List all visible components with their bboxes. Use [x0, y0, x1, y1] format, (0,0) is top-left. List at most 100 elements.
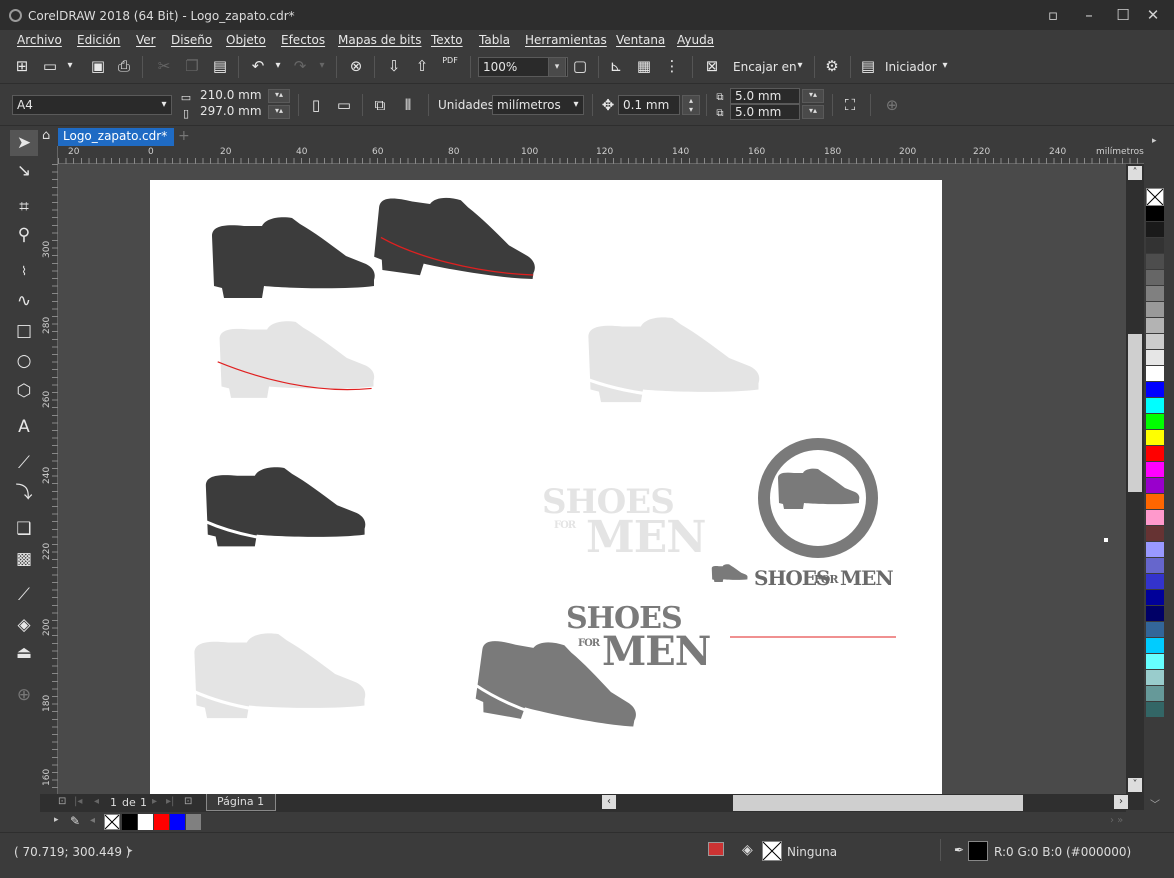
shoe-dark-3[interactable] — [203, 467, 366, 547]
palette-swatch[interactable] — [1146, 622, 1164, 638]
crop-tool-icon[interactable]: ⌗ — [10, 194, 38, 220]
add-page-icon[interactable]: ⊡ — [184, 796, 192, 807]
drop-shadow-icon[interactable]: ❑ — [10, 516, 38, 542]
palette-swatch[interactable] — [1146, 654, 1164, 670]
logo-for-dark[interactable]: FOR — [578, 638, 600, 649]
prev-page-icon[interactable]: ◂ — [94, 796, 99, 807]
palette-swatch[interactable] — [1146, 270, 1164, 286]
import-icon[interactable]: ⇩ — [384, 56, 404, 76]
shoe-dark-2-with-guide[interactable] — [370, 188, 543, 291]
doc-palette-swatch[interactable] — [186, 814, 202, 830]
shoe-light-2[interactable] — [585, 317, 760, 403]
scroll-right-icon[interactable]: › — [1114, 795, 1128, 809]
document-tab[interactable]: Logo_zapato.cdr* — [58, 128, 174, 146]
page-options-icon[interactable]: ⊡ — [58, 796, 66, 807]
shoe-light-3[interactable] — [191, 633, 366, 719]
shoe-light-with-guide[interactable] — [217, 321, 375, 398]
logo-for-light[interactable]: FOR — [554, 520, 576, 531]
undo-icon[interactable]: ↶ — [248, 56, 268, 76]
dup-y-spinner[interactable]: ▾▴ — [802, 105, 824, 119]
scroll-left-icon[interactable]: ‹ — [602, 795, 616, 809]
landscape-icon[interactable]: ▭ — [334, 95, 354, 115]
logo-men-light[interactable]: MEN — [586, 516, 706, 560]
snap-off-icon[interactable]: ⊠ — [702, 56, 722, 76]
new-tab-icon[interactable]: + — [178, 128, 194, 144]
print-icon[interactable]: ⎙ — [114, 56, 134, 76]
show-rulers-icon[interactable]: ⊾ — [606, 56, 626, 76]
page-size-dropdown-icon[interactable]: ▾ — [154, 95, 174, 115]
smart-fill-icon[interactable]: ⏏ — [10, 640, 38, 666]
outline-color-swatch[interactable] — [968, 841, 988, 861]
scroll-down-icon[interactable]: ˅ — [1128, 778, 1142, 792]
menu-ver[interactable]: Ver — [136, 33, 156, 47]
snap-to-label[interactable]: Encajar en — [733, 60, 797, 74]
page-size-select[interactable]: A4 — [12, 95, 172, 115]
duplicate-y-input[interactable]: 5.0 mm — [730, 104, 800, 120]
palette-swatch[interactable] — [1146, 398, 1164, 414]
doc-palette-more-icon[interactable]: › » — [1110, 815, 1123, 826]
minimize-button[interactable]: – — [1076, 4, 1102, 26]
maximize-button[interactable]: ☐ — [1110, 4, 1136, 26]
add-icon[interactable]: ⊕ — [882, 95, 902, 115]
launcher-icon[interactable]: ▤ — [858, 56, 878, 76]
shape-tool-icon[interactable]: ↘ — [10, 158, 38, 184]
color-proof-icon[interactable] — [708, 842, 724, 856]
close-button[interactable]: ✕ — [1140, 4, 1166, 26]
text-tool-icon[interactable]: A — [10, 414, 38, 440]
palette-swatch[interactable] — [1146, 462, 1164, 478]
horizontal-scroll-thumb[interactable] — [733, 795, 1023, 811]
show-grid-icon[interactable]: ▦ — [634, 56, 654, 76]
palette-swatch[interactable] — [1146, 350, 1164, 366]
doc-palette-menu-icon[interactable]: ▸ — [54, 815, 59, 825]
pick-tool-icon[interactable]: ➤ — [10, 130, 38, 156]
paste-icon[interactable]: ▤ — [210, 56, 230, 76]
ellipse-tool-icon[interactable]: ○ — [10, 348, 38, 374]
all-pages-icon[interactable]: ⧉ — [370, 95, 390, 115]
horizontal-ruler[interactable]: 20 0 20 40 60 80 100 120 140 160 180 200… — [58, 146, 1144, 164]
last-page-icon[interactable]: ▸| — [166, 796, 174, 807]
palette-swatch[interactable] — [1146, 670, 1164, 686]
height-spinner[interactable]: ▾▴ — [268, 105, 290, 119]
palette-swatch[interactable] — [1146, 542, 1164, 558]
inline-men-text[interactable]: MEN — [840, 566, 894, 590]
menu-efectos[interactable]: Efectos — [281, 33, 325, 47]
palette-swatch[interactable] — [1146, 414, 1164, 430]
dup-x-spinner[interactable]: ▾▴ — [802, 89, 824, 103]
redo-dropdown-icon[interactable]: ▾ — [312, 56, 332, 76]
connector-tool-icon[interactable]: ⤵ — [10, 480, 38, 506]
launcher-dropdown-icon[interactable]: ▾ — [935, 56, 955, 76]
copy-icon[interactable]: ❐ — [182, 56, 202, 76]
current-page-number[interactable]: 1 — [110, 796, 117, 809]
interactive-fill-icon[interactable]: ◈ — [10, 612, 38, 638]
palette-swatch[interactable] — [1146, 686, 1164, 702]
menu-tabla[interactable]: Tabla — [479, 33, 510, 47]
palette-swatch[interactable] — [1146, 318, 1164, 334]
fill-none-swatch[interactable] — [762, 841, 782, 861]
width-spinner[interactable]: ▾▴ — [268, 89, 290, 103]
undo-dropdown-icon[interactable]: ▾ — [268, 56, 288, 76]
palette-swatch[interactable] — [1146, 286, 1164, 302]
no-color-swatch[interactable] — [1146, 188, 1164, 206]
logo-men-dark[interactable]: MEN — [602, 632, 711, 672]
palette-swatch[interactable] — [1146, 446, 1164, 462]
menu-ventana[interactable]: Ventana — [616, 33, 665, 47]
palette-swatch[interactable] — [1146, 430, 1164, 446]
vertical-scroll-thumb[interactable] — [1128, 334, 1142, 492]
export-icon[interactable]: ⇧ — [412, 56, 432, 76]
palette-swatch[interactable] — [1146, 366, 1164, 382]
palette-swatch[interactable] — [1146, 222, 1164, 238]
doc-palette-swatch[interactable] — [154, 814, 170, 830]
options-gear-icon[interactable]: ⚙ — [822, 56, 842, 76]
palette-swatch[interactable] — [1146, 702, 1164, 718]
show-guidelines-icon[interactable]: ⋮ — [662, 56, 682, 76]
menu-texto[interactable]: Texto — [431, 33, 463, 47]
menu-ayuda[interactable]: Ayuda — [677, 33, 714, 47]
palette-swatch[interactable] — [1146, 334, 1164, 350]
doc-palette-none-swatch[interactable] — [104, 814, 120, 830]
doc-palette-swatch[interactable] — [170, 814, 186, 830]
help-icon[interactable]: ▫ — [1040, 4, 1066, 26]
circle-shoe-logo[interactable] — [758, 438, 878, 558]
next-page-icon[interactable]: ▸ — [152, 796, 157, 807]
page-tab[interactable]: Página 1 — [206, 794, 276, 811]
parallel-dimension-icon[interactable]: ⟋ — [10, 450, 38, 476]
